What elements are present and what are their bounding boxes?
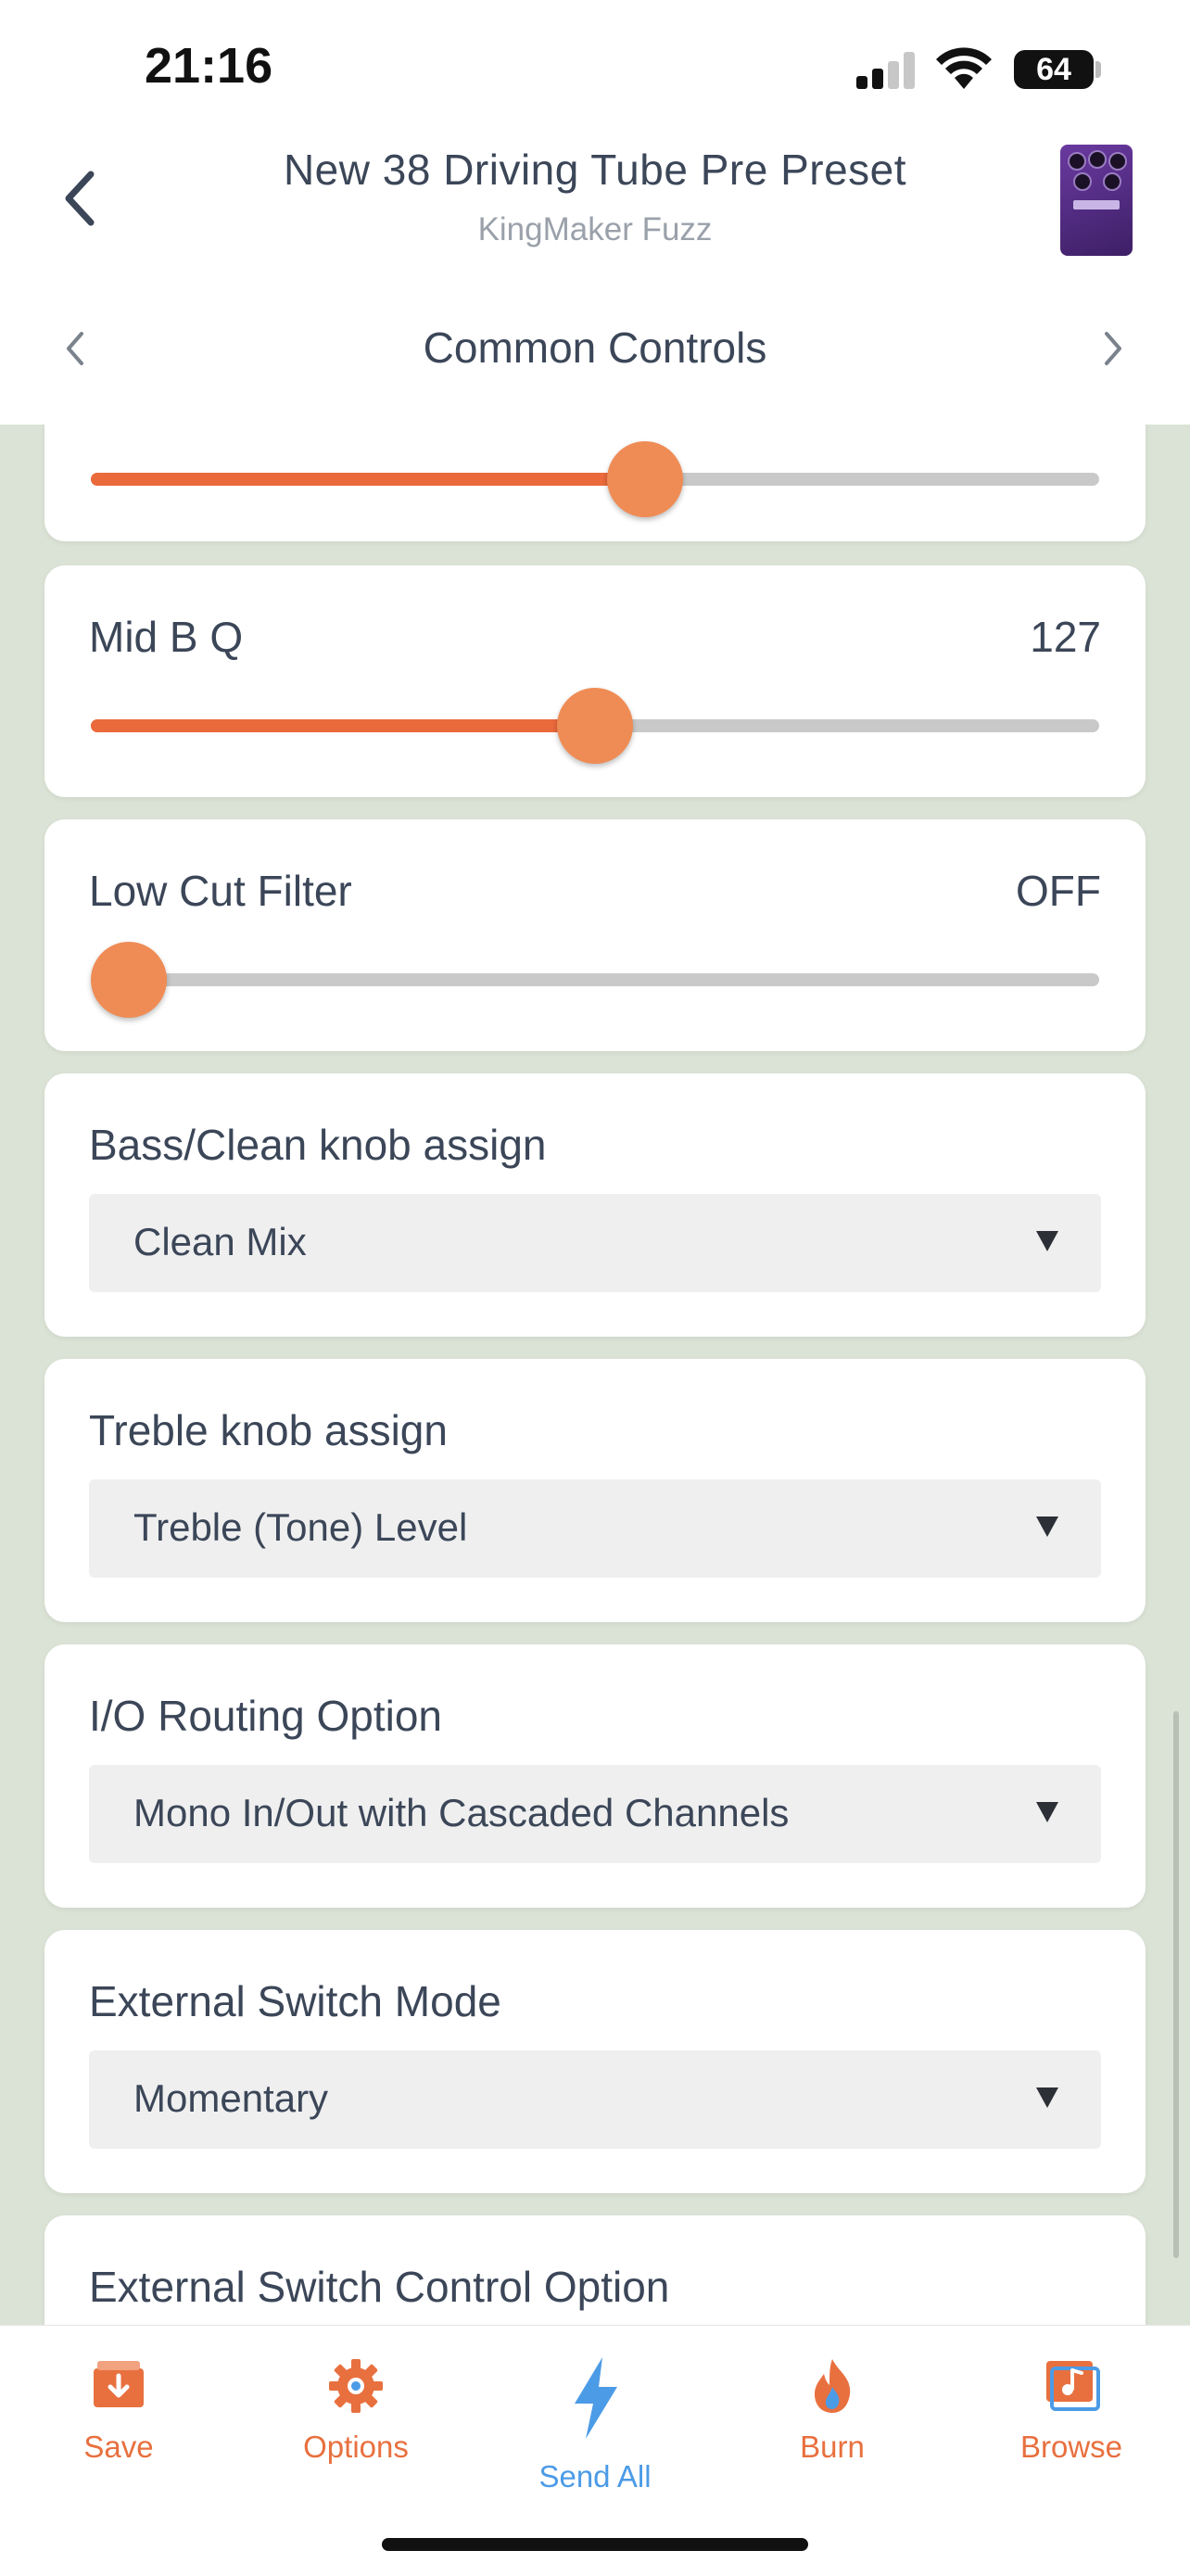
options-label: Options (303, 2430, 409, 2464)
next-section-icon[interactable] (1099, 328, 1127, 369)
dropdown-arrow-icon (1036, 1516, 1058, 1537)
low-cut-filter-value: OFF (1016, 867, 1101, 915)
io-routing-card: I/O Routing Option Mono In/Out with Casc… (44, 1644, 1146, 1908)
lightning-bolt-icon (575, 2357, 617, 2439)
pedal-thumbnail[interactable] (1060, 145, 1133, 256)
external-switch-control-label: External Switch Control Option (89, 2263, 670, 2311)
send-all-button[interactable]: Send All (493, 2355, 697, 2494)
external-switch-mode-label: External Switch Mode (89, 1977, 501, 2025)
preset-title: New 38 Driving Tube Pre Preset (283, 146, 907, 194)
external-switch-mode-select[interactable]: Momentary (89, 2050, 1101, 2149)
io-routing-value: Mono In/Out with Cascaded Channels (133, 1791, 790, 1834)
browse-button[interactable]: Browse (969, 2355, 1173, 2465)
treble-assign-value: Treble (Tone) Level (133, 1505, 468, 1549)
mid-b-q-fill (91, 719, 595, 732)
low-cut-filter-thumb[interactable] (91, 942, 167, 1018)
treble-assign-select[interactable]: Treble (Tone) Level (89, 1479, 1101, 1578)
burn-label: Burn (800, 2430, 865, 2464)
vertical-scrollbar[interactable] (1173, 1711, 1179, 2258)
send-all-label: Send All (538, 2459, 652, 2494)
battery-cap (1095, 61, 1101, 78)
cellular-signal-icon (856, 52, 916, 89)
external-switch-mode-value: Momentary (133, 2076, 329, 2120)
slider-track[interactable] (91, 441, 1099, 517)
mid-b-q-thumb[interactable] (557, 688, 633, 764)
io-routing-label: I/O Routing Option (89, 1692, 442, 1740)
slider-fill (91, 473, 646, 486)
bass-clean-assign-label: Bass/Clean knob assign (89, 1121, 547, 1169)
external-switch-control-card: External Switch Control Option (44, 2215, 1146, 2325)
external-switch-mode-card: External Switch Mode Momentary (44, 1930, 1146, 2193)
io-routing-select[interactable]: Mono In/Out with Cascaded Channels (89, 1765, 1101, 1863)
bass-clean-assign-select[interactable]: Clean Mix (89, 1194, 1101, 1292)
mid-b-q-value: 127 (1030, 613, 1101, 661)
back-chevron-icon[interactable] (57, 169, 104, 228)
slider-card (44, 425, 1146, 541)
bass-clean-assign-card: Bass/Clean knob assign Clean Mix (44, 1073, 1146, 1337)
wifi-icon (936, 47, 992, 89)
previous-section-icon[interactable] (61, 328, 89, 369)
mid-b-q-card: Mid B Q 127 (44, 565, 1146, 797)
flame-icon (815, 2359, 851, 2413)
save-label: Save (83, 2430, 154, 2464)
burn-button[interactable]: Burn (730, 2355, 934, 2465)
dropdown-arrow-icon (1036, 2087, 1058, 2108)
status-time: 21:16 (145, 38, 273, 94)
mid-b-q-label: Mid B Q (89, 613, 244, 661)
dropdown-arrow-icon (1036, 1231, 1058, 1251)
bass-clean-assign-value: Clean Mix (133, 1220, 307, 1263)
home-indicator (382, 2538, 808, 2551)
browse-label: Browse (1019, 2430, 1123, 2464)
music-folder-icon (1046, 2361, 1100, 2411)
battery-icon: 64 (1014, 50, 1094, 89)
app-header: 21:16 64 New 38 Driving Tube Pre Preset … (0, 0, 1190, 425)
mid-b-q-slider[interactable] (91, 688, 1099, 764)
treble-assign-label: Treble knob assign (89, 1406, 448, 1454)
low-cut-filter-slider[interactable] (91, 942, 1099, 1018)
low-cut-filter-card: Low Cut Filter OFF (44, 819, 1146, 1051)
section-title: Common Controls (423, 324, 767, 372)
low-cut-filter-label: Low Cut Filter (89, 867, 352, 915)
section-navigator: Common Controls (0, 306, 1190, 389)
dropdown-arrow-icon (1036, 1802, 1058, 1822)
save-button[interactable]: Save (17, 2355, 221, 2465)
options-button[interactable]: Options (254, 2355, 458, 2465)
save-download-icon (94, 2361, 144, 2407)
pedal-name: KingMaker Fuzz (477, 211, 713, 247)
controls-list[interactable]: Mid B Q 127 Low Cut Filter OFF Bass/Clea… (0, 425, 1190, 2325)
slider-thumb[interactable] (607, 441, 684, 517)
treble-assign-card: Treble knob assign Treble (Tone) Level (44, 1359, 1146, 1622)
gear-icon (329, 2359, 383, 2413)
